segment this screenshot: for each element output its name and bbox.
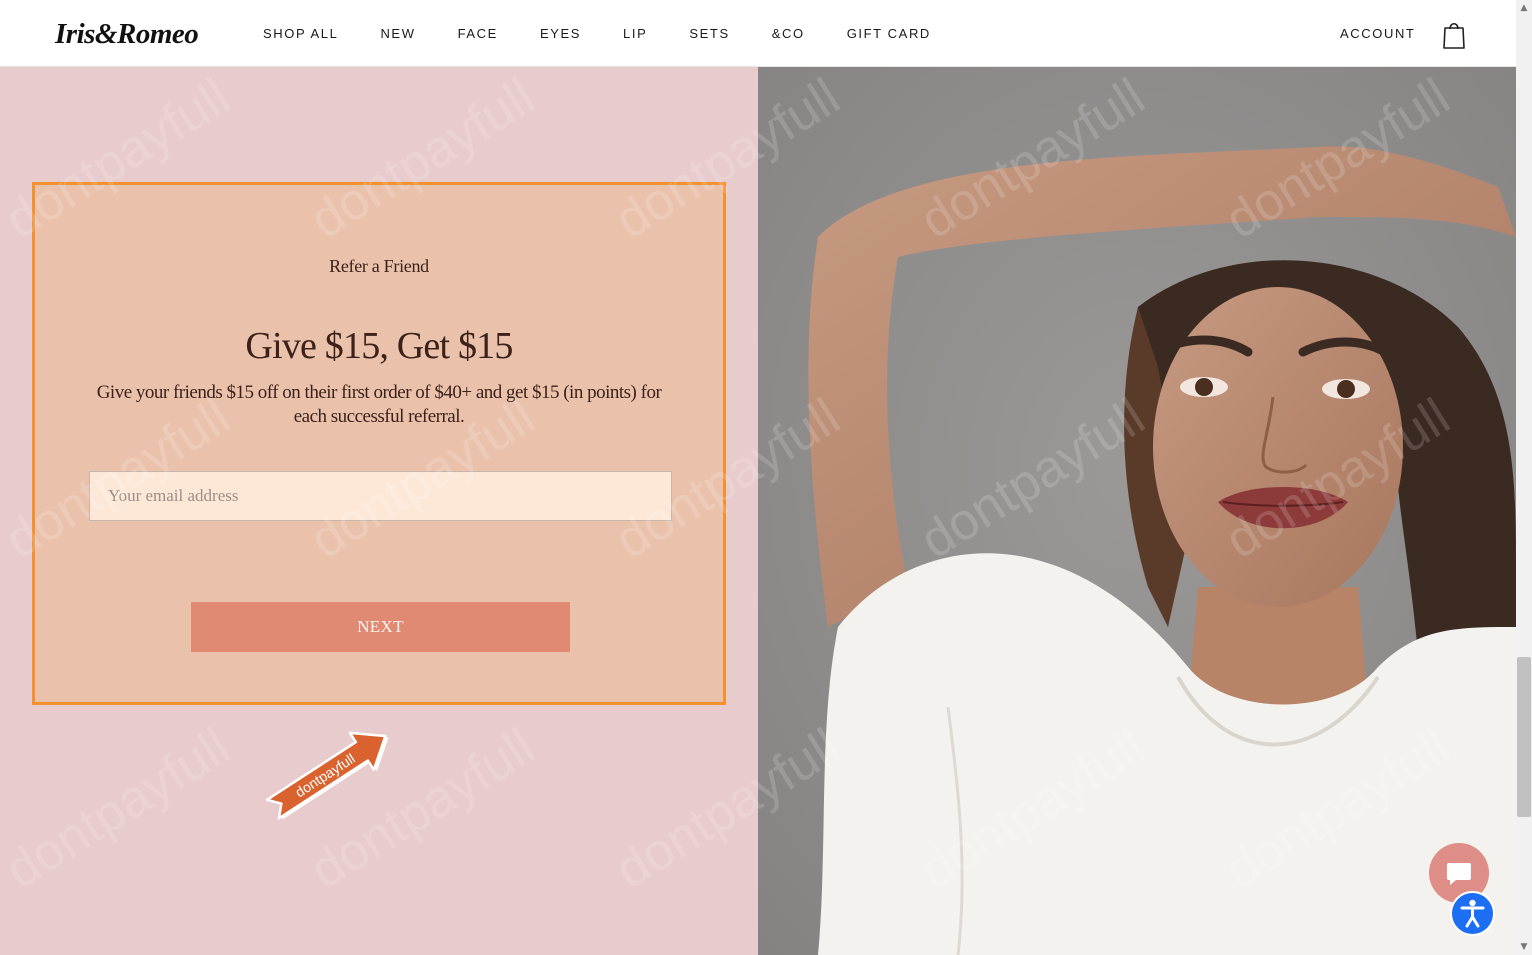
- nav-lip[interactable]: LIP: [623, 26, 647, 41]
- refer-a-friend-card: Refer a Friend Give $15, Get $15 Give yo…: [32, 182, 726, 705]
- shopping-bag-icon[interactable]: [1442, 20, 1466, 50]
- scroll-up-arrow-icon[interactable]: ▲: [1516, 0, 1532, 16]
- accessibility-button[interactable]: [1450, 891, 1495, 936]
- nav-shop-all[interactable]: SHOP ALL: [263, 26, 338, 41]
- email-field[interactable]: [89, 471, 672, 521]
- nav-sets[interactable]: SETS: [689, 26, 729, 41]
- refer-headline: Give $15, Get $15: [245, 325, 513, 367]
- site-header: Iris&Romeo SHOP ALL NEW FACE EYES LIP SE…: [0, 0, 1516, 67]
- nav-gift-card[interactable]: GIFT CARD: [847, 26, 931, 41]
- nav-eyes[interactable]: EYES: [540, 26, 581, 41]
- refer-description: Give your friends $15 off on their first…: [96, 382, 662, 427]
- model-photo: [758, 67, 1516, 955]
- nav-co[interactable]: &CO: [772, 26, 805, 41]
- scrollbar-thumb[interactable]: [1517, 657, 1531, 817]
- refer-kicker: Refer a Friend: [329, 256, 429, 276]
- scroll-down-arrow-icon[interactable]: ▼: [1516, 939, 1532, 955]
- nav-face[interactable]: FACE: [458, 26, 498, 41]
- main-nav: SHOP ALL NEW FACE EYES LIP SETS &CO GIFT…: [263, 0, 973, 67]
- next-button[interactable]: NEXT: [191, 602, 570, 652]
- nav-new[interactable]: NEW: [380, 26, 415, 41]
- dontpayfull-arrow-badge: dontpayfull: [265, 731, 389, 820]
- account-link[interactable]: ACCOUNT: [1340, 26, 1415, 41]
- accessibility-person-icon: [1460, 899, 1485, 928]
- brand-logo[interactable]: Iris&Romeo: [55, 14, 199, 54]
- model-illustration: [758, 67, 1516, 955]
